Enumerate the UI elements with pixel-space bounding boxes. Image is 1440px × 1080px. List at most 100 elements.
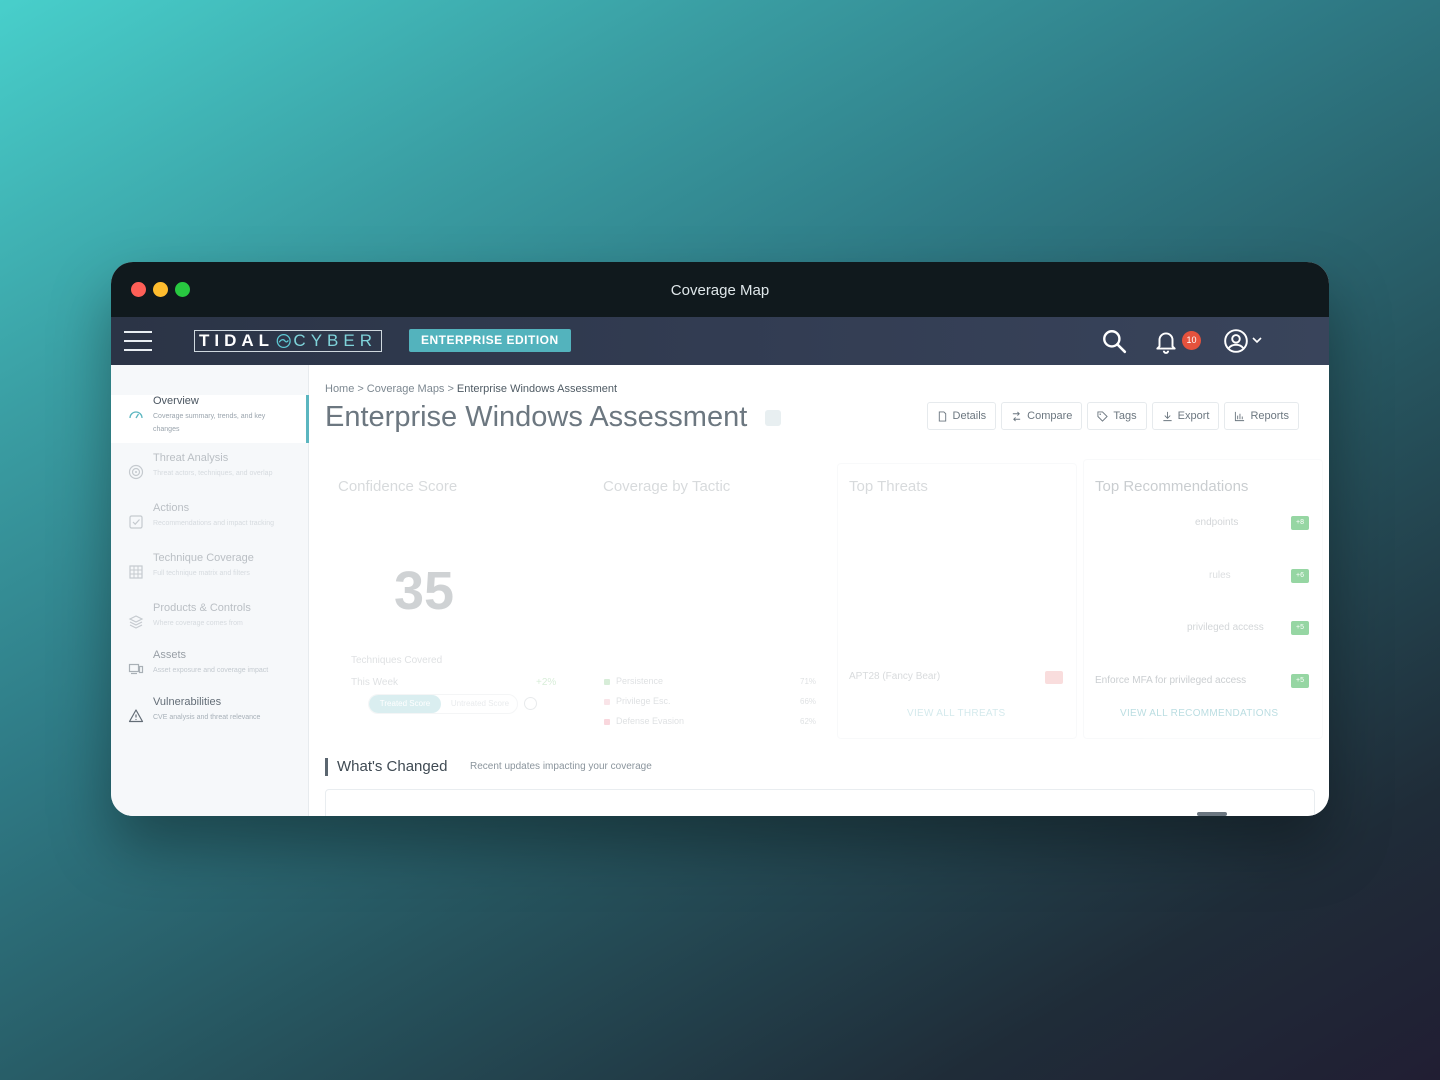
user-account-icon[interactable] [1223,328,1249,354]
reports-button[interactable]: Reports [1224,402,1299,430]
sidebar-item-overview[interactable]: Overview Coverage summary, trends, and k… [111,395,309,443]
menu-icon[interactable] [124,331,152,351]
layers-icon [128,615,144,629]
recommendation-badge: +5 [1291,621,1309,635]
view-all-recommendations-link[interactable]: VIEW ALL RECOMMENDATIONS [1120,708,1278,719]
recommendation-row[interactable]: endpoints [1195,517,1238,528]
view-all-threats-link[interactable]: VIEW ALL THREATS [907,708,1006,719]
logo-text-right: CYBER [293,331,377,350]
main-content: Home > Coverage Maps > Enterprise Windows As… [310,365,1329,816]
sidebar-item-technique-coverage[interactable]: Technique Coverage Full technique matrix… [111,552,309,600]
sidebar-item-vulnerabilities[interactable]: Vulnerabilities CVE analysis and threat … [111,696,309,744]
sidebar-item-actions[interactable]: Actions Recommendations and impact track… [111,502,309,550]
info-icon[interactable] [524,697,537,710]
target-icon [128,464,144,480]
legend-pct: 71% [800,677,817,686]
tag-icon [1097,410,1109,422]
sidebar-item-desc: CVE analysis and threat relevance [153,714,261,721]
warning-icon [128,709,144,723]
compare-icon [1013,411,1021,421]
recommendation-badge: +8 [1291,516,1309,530]
legend-pct: 66% [800,697,817,706]
top-threats-card [837,463,1077,739]
scrollbar-thumb[interactable] [1197,812,1227,816]
threat-row-label[interactable]: APT28 (Fancy Bear) [849,671,940,682]
window-title: Coverage Map [670,282,770,299]
recommendation-row[interactable]: privileged access [1187,622,1264,633]
search-icon[interactable] [1101,328,1127,354]
sidebar-item-label: Threat Analysis [153,452,229,464]
score-toggle[interactable]: Treated Score Untreated Score [368,694,518,714]
top-threats-title: Top Threats [849,478,928,495]
gauge-icon [129,411,143,419]
action-toolbar: Details Compare Tags Export Reports [926,402,1299,430]
document-icon [938,410,946,422]
this-week-delta: +2% [536,677,557,688]
confidence-score-value: 35 [394,561,455,621]
confidence-score-title: Confidence Score [338,478,458,495]
logo-text-left: TIDAL [199,331,275,350]
legend-label: Persistence [616,676,664,686]
devices-icon [128,663,144,675]
reports-label: Reports [1250,410,1289,422]
details-button[interactable]: Details [926,402,997,430]
top-recommendations-card [1083,459,1323,739]
breadcrumb-home[interactable]: Home [325,383,354,395]
compare-label: Compare [1027,410,1073,422]
untreated-score-option[interactable]: Untreated Score [443,695,517,713]
sidebar-item-label: Actions [153,502,190,514]
recommendation-row[interactable]: rules [1209,570,1231,581]
sidebar-item-threat-analysis[interactable]: Threat Analysis Threat actors, technique… [111,452,309,500]
sidebar-item-desc: Recommendations and impact tracking [153,520,275,527]
export-label: Export [1177,410,1210,422]
sidebar-item-desc: Threat actors, techniques, and overlap [153,470,273,477]
chevron-down-icon[interactable] [1251,334,1263,346]
sidebar-item-label: Products & Controls [153,602,251,614]
checkbox-icon [129,515,143,529]
export-button[interactable]: Export [1151,402,1220,430]
wave-logo-icon [276,333,291,349]
edit-icon[interactable] [765,410,781,426]
legend-swatch [604,699,610,705]
tags-label: Tags [1113,410,1137,422]
legend-label: Defense Evasion [616,716,685,726]
sidebar-item-desc: Coverage summary, trends, and key change… [153,413,266,433]
threat-score-badge [1045,671,1063,684]
whats-changed-subtitle: Recent updates impacting your coverage [470,761,652,772]
download-icon [1163,411,1172,421]
tidal-cyber-logo[interactable]: TIDAL CYBER [194,330,382,352]
legend-label: Privilege Esc. [616,696,671,706]
tags-button[interactable]: Tags [1087,402,1147,430]
sidebar-item-desc: Where coverage comes from [153,620,243,627]
sidebar-item-assets[interactable]: Assets Asset exposure and coverage impac… [111,649,309,697]
coverage-by-tactic-title: Coverage by Tactic [603,478,731,495]
breadcrumb-coverage-maps[interactable]: Coverage Maps [367,383,445,395]
page-title: Enterprise Windows Assessment [325,401,748,433]
grid-icon [129,565,143,579]
recommendation-badge: +5 [1291,674,1309,688]
edition-badge: ENTERPRISE EDITION [409,329,571,352]
app-header: TIDAL CYBER ENTERPRISE EDITION 10 [111,317,1329,365]
sidebar-item-desc: Asset exposure and coverage impact [153,667,269,674]
treated-score-option[interactable]: Treated Score [369,695,441,713]
sidebar-item-label: Overview [153,395,199,407]
sidebar-item-products-controls[interactable]: Products & Controls Where coverage comes… [111,602,309,650]
app-window: Coverage Map TIDAL CYBER ENTERPRISE EDIT… [111,262,1329,816]
breadcrumb-current: Enterprise Windows Assessment [456,383,618,395]
recommendation-badge: +6 [1291,569,1309,583]
legend-swatch [604,719,610,725]
recommendation-row[interactable]: Enforce MFA for privileged access [1095,675,1246,686]
sidebar-item-desc: Full technique matrix and filters [153,570,250,577]
notification-count-badge: 10 [1182,331,1201,350]
bell-icon[interactable] [1153,328,1179,354]
compare-button[interactable]: Compare [1001,402,1083,430]
top-recommendations-title: Top Recommendations [1095,478,1249,495]
sidebar-item-label: Assets [153,649,187,661]
details-label: Details [952,410,987,422]
breadcrumb: Home > Coverage Maps > Enterprise Windows As… [325,383,617,395]
breadcrumb-separator: > [447,383,454,395]
legend-swatch [604,679,610,685]
sidebar-item-label: Technique Coverage [153,552,254,564]
whats-changed-card [325,789,1315,816]
window-titlebar: Coverage Map [111,262,1329,317]
